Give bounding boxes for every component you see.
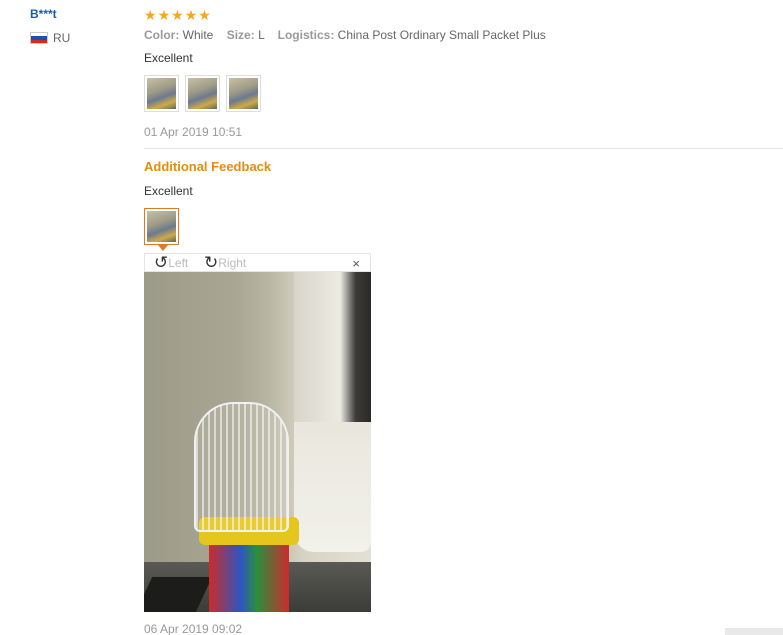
star-icon: ★: [157, 7, 171, 23]
rotate-left-label: Left: [168, 255, 189, 270]
star-icon: ★: [184, 7, 198, 23]
review-photo-thumbnails: [144, 75, 261, 112]
star-icon: ★: [144, 7, 157, 23]
close-icon[interactable]: ×: [352, 256, 360, 271]
star-rating: ★ ★ ★ ★ ★: [144, 8, 211, 22]
star-icon: ★: [198, 7, 211, 23]
photo-viewer-toolbar: ↺ Left ↻ Right ×: [144, 253, 371, 272]
russia-flag-icon: [30, 32, 48, 44]
additional-feedback-text: Excellent: [144, 184, 193, 198]
selected-thumbnail-pointer: [158, 245, 168, 251]
rotate-right-button[interactable]: ↻ Right: [204, 254, 246, 271]
scrollbar-stub[interactable]: [725, 628, 783, 635]
order-attributes: Color: White Size: L Logistics: China Po…: [144, 28, 556, 42]
review-photo-thumbnail[interactable]: [185, 75, 220, 112]
enlarged-review-photo[interactable]: [144, 272, 371, 612]
additional-photo-thumbnail[interactable]: [144, 208, 179, 245]
divider: [144, 148, 783, 149]
rotate-right-icon: ↻: [204, 253, 219, 272]
reviewer-country: RU: [30, 31, 130, 45]
review-photo-thumbnail[interactable]: [144, 75, 179, 112]
additional-feedback-date: 06 Apr 2019 09:02: [144, 622, 243, 635]
review-text: Excellent: [144, 51, 193, 65]
reviewer-info: B***t RU: [30, 7, 130, 45]
country-code: RU: [53, 31, 71, 45]
rotate-left-button[interactable]: ↺ Left: [154, 254, 188, 271]
reviewer-name[interactable]: B***t: [30, 7, 130, 21]
review-photo-thumbnail[interactable]: [226, 75, 261, 112]
rotate-right-label: Right: [218, 255, 247, 270]
attribute-logistics: Logistics: China Post Ordinary Small Pac…: [277, 28, 546, 42]
additional-feedback-heading: Additional Feedback: [144, 159, 272, 174]
rotate-left-icon: ↺: [154, 253, 169, 272]
attribute-color: Color: White: [144, 28, 214, 42]
attribute-size: Size: L: [226, 28, 265, 42]
additional-photo-thumbnails: [144, 208, 179, 245]
star-icon: ★: [171, 7, 184, 23]
review-date: 01 Apr 2019 10:51: [144, 125, 243, 139]
